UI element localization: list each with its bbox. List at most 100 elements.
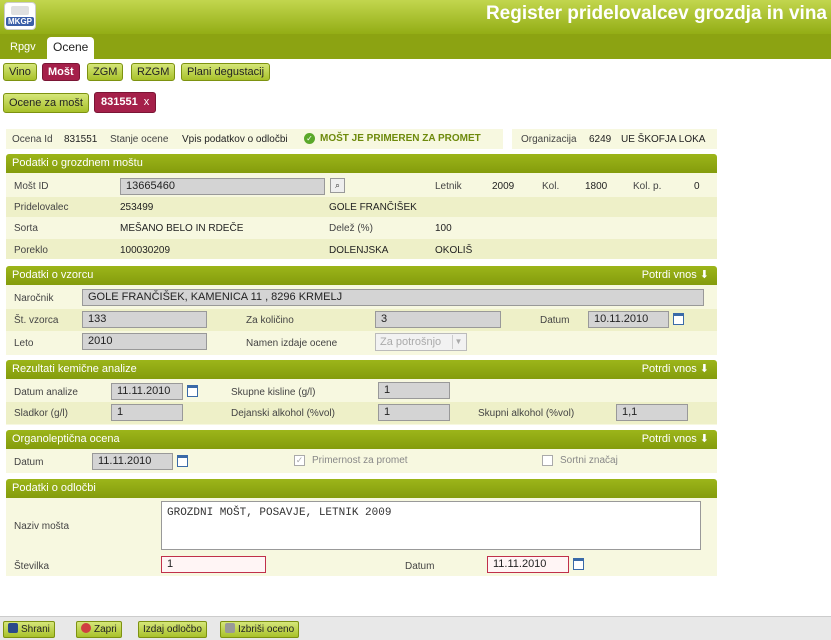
save-icon xyxy=(8,623,18,633)
subnav-zgm[interactable]: ZGM xyxy=(87,63,124,81)
sorta-value: MEŠANO BELO IN RDEČE xyxy=(120,223,244,234)
sladkor-field[interactable]: 1 xyxy=(111,404,183,421)
check-icon: ✓ xyxy=(304,133,315,144)
app-title: Register pridelovalcev grozdja in vina xyxy=(485,3,827,24)
st-vzorca-label: Št. vzorca xyxy=(14,315,59,326)
kolp-value: 0 xyxy=(694,181,700,192)
organo-datum-field[interactable]: 11.11.2010 xyxy=(92,453,173,470)
namen-label: Namen izdaje ocene xyxy=(246,338,338,349)
naziv-most-textarea[interactable]: GROZDNI MOŠT, POSAVJE, LETNIK 2009 xyxy=(161,501,701,550)
record-tab-label: 831551 xyxy=(101,96,138,108)
arrow-down-icon: ⬇ xyxy=(699,363,709,375)
leto-label: Leto xyxy=(14,338,34,349)
section-title: Podatki o vzorcu xyxy=(12,269,94,281)
logo-icon xyxy=(11,6,29,15)
organo-datum-label: Datum xyxy=(14,457,44,468)
kisline-field[interactable]: 1 xyxy=(378,382,450,399)
arrow-down-icon: ⬇ xyxy=(699,269,709,281)
sorta-label: Sorta xyxy=(14,223,38,234)
ocena-id-value: 831551 xyxy=(64,134,98,145)
za-kolicino-field[interactable]: 3 xyxy=(375,311,501,328)
poreklo-okolis: OKOLIŠ xyxy=(435,245,473,256)
close-button[interactable]: Zapri xyxy=(76,621,122,638)
org-name: UE ŠKOFJA LOKA xyxy=(621,134,706,145)
narocnik-label: Naročnik xyxy=(14,293,54,304)
primernost-checkbox[interactable]: ✓ xyxy=(294,455,305,466)
tab-bar xyxy=(0,34,831,59)
stanje-value: Vpis podatkov o odločbi xyxy=(182,134,288,145)
logo: MKGP xyxy=(4,2,36,30)
search-icon[interactable]: ⌕ xyxy=(330,178,345,193)
kol-value: 1800 xyxy=(585,181,608,192)
sortni-checkbox[interactable] xyxy=(542,455,553,466)
section-odlocba-header: Podatki o odločbi xyxy=(6,479,717,498)
letnik-value: 2009 xyxy=(492,181,515,192)
st-vzorca-field[interactable]: 133 xyxy=(82,311,207,328)
section-vzorec-header: Podatki o vzorcu Potrdi vnos ⬇ xyxy=(6,266,717,285)
status-badge: MOŠT JE PRIMEREN ZA PROMET xyxy=(320,133,481,144)
leto-field[interactable]: 2010 xyxy=(82,333,207,350)
subnav-most[interactable]: Mošt xyxy=(42,63,80,81)
tab-ocene[interactable]: Ocene xyxy=(47,37,95,59)
dejanski-alkohol-field[interactable]: 1 xyxy=(378,404,450,421)
logo-text: MKGP xyxy=(6,17,34,26)
potrdi-vnos-button[interactable]: Potrdi vnos ⬇ xyxy=(642,360,709,379)
calendar-icon[interactable] xyxy=(673,313,684,325)
subnav-vino[interactable]: Vino xyxy=(3,63,37,81)
pridelovalec-id: 253499 xyxy=(120,202,154,213)
skupni-alkohol-field[interactable]: 1,1 xyxy=(616,404,688,421)
arrow-down-icon: ⬇ xyxy=(699,433,709,445)
odlocba-datum-field[interactable]: 11.11.2010 xyxy=(487,556,569,573)
delez-value: 100 xyxy=(435,223,452,234)
potrdi-label: Potrdi vnos xyxy=(641,433,697,445)
skupni-alkohol-label: Skupni alkohol (%vol) xyxy=(478,408,575,419)
subnav-rzgm[interactable]: RZGM xyxy=(131,63,176,81)
za-kolicino-label: Za količino xyxy=(246,315,294,326)
delete-button[interactable]: Izbriši oceno xyxy=(220,621,300,638)
potrdi-vnos-button[interactable]: Potrdi vnos ⬇ xyxy=(642,430,709,449)
letnik-label: Letnik xyxy=(435,181,462,192)
calendar-icon[interactable] xyxy=(573,558,584,570)
narocnik-field[interactable]: GOLE FRANČIŠEK, KAMENICA 11 , 8296 KRMEL… xyxy=(82,289,704,306)
stevilka-field[interactable]: 1 xyxy=(161,556,266,573)
izdaj-odlocbo-button[interactable]: Izdaj odločbo xyxy=(138,621,207,638)
poreklo-id: 100030209 xyxy=(120,245,171,256)
pridelovalec-label: Pridelovalec xyxy=(14,202,69,213)
odlocba-datum-label: Datum xyxy=(405,561,435,572)
datum-analize-field[interactable]: 11.11.2010 xyxy=(111,383,183,400)
calendar-icon[interactable] xyxy=(187,385,198,397)
ocena-id-label: Ocena Id xyxy=(12,134,53,145)
datum-vzorca-field[interactable]: 10.11.2010 xyxy=(588,311,669,328)
namen-select[interactable]: Za potrošnjo ▼ xyxy=(375,333,467,351)
sortni-label: Sortni značaj xyxy=(560,455,618,466)
save-label: Shrani xyxy=(21,624,50,635)
close-label: Zapri xyxy=(94,624,117,635)
section-title: Organoleptična ocena xyxy=(12,433,120,445)
dejanski-alkohol-label: Dejanski alkohol (%vol) xyxy=(231,408,335,419)
naziv-most-label: Naziv mošta xyxy=(14,521,70,532)
poreklo-regija: DOLENJSKA xyxy=(329,245,389,256)
potrdi-vnos-button[interactable]: Potrdi vnos ⬇ xyxy=(642,266,709,285)
subnav-plani[interactable]: Plani degustacij xyxy=(181,63,271,81)
record-tab[interactable]: 831551 x xyxy=(94,92,157,113)
potrdi-label: Potrdi vnos xyxy=(641,269,697,281)
stevilka-label: Številka xyxy=(14,561,50,572)
most-id-label: Mošt ID xyxy=(14,181,49,192)
datum-analize-label: Datum analize xyxy=(14,387,78,398)
close-icon[interactable]: x xyxy=(144,96,150,108)
calendar-icon[interactable] xyxy=(177,455,188,467)
most-id-field[interactable]: 13665460 xyxy=(120,178,325,195)
delez-label: Delež (%) xyxy=(329,223,373,234)
kol-label: Kol. xyxy=(542,181,560,192)
org-code: 6249 xyxy=(589,134,612,145)
pridelovalec-name: GOLE FRANČIŠEK xyxy=(329,202,417,213)
section-grozdni-header: Podatki o grozdnem moštu xyxy=(6,154,717,173)
potrdi-label: Potrdi vnos xyxy=(641,363,697,375)
kolp-label: Kol. p. xyxy=(633,181,662,192)
tab-rpgv[interactable]: Rpgv xyxy=(4,37,42,59)
sladkor-label: Sladkor (g/l) xyxy=(14,408,68,419)
section-title: Rezultati kemične analize xyxy=(12,363,137,375)
save-button[interactable]: Shrani xyxy=(3,621,55,638)
kisline-label: Skupne kisline (g/l) xyxy=(231,387,316,398)
ocene-za-most-button[interactable]: Ocene za mošt xyxy=(3,93,89,113)
